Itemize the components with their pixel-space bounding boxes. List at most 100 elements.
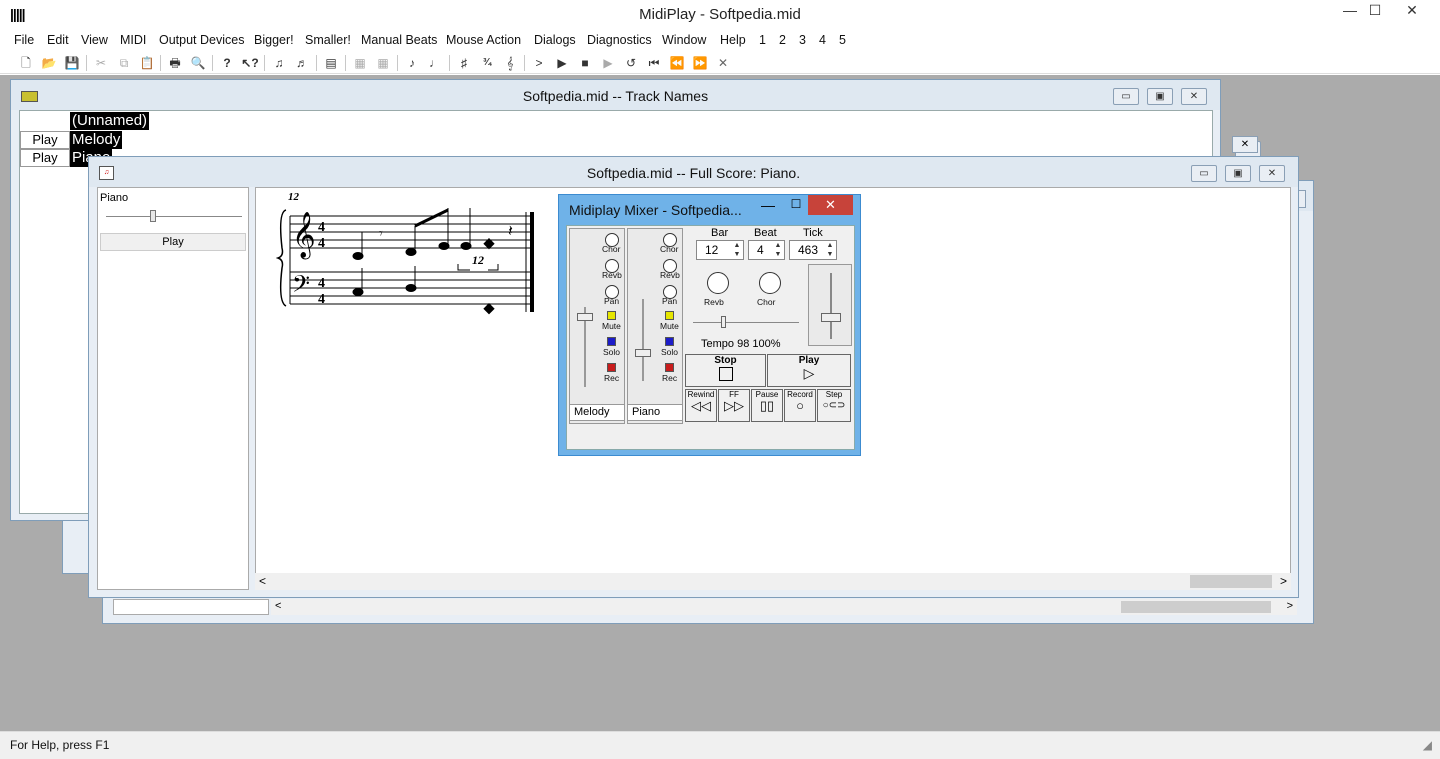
- menu-window-1[interactable]: 1: [759, 33, 766, 47]
- bar-number: 12: [288, 191, 300, 203]
- master-volume-fader[interactable]: [821, 313, 841, 322]
- svg-text:𝄾: 𝄾: [379, 226, 383, 242]
- record-button[interactable]: Record ○: [784, 389, 816, 422]
- menu-window-4[interactable]: 4: [819, 33, 826, 47]
- menu-manual-beats[interactable]: Manual Beats: [361, 33, 437, 47]
- piano-volume-fader[interactable]: [635, 349, 651, 357]
- menu-file[interactable]: File: [14, 33, 34, 47]
- menu-mouse-action[interactable]: Mouse Action: [446, 33, 521, 47]
- play-icon[interactable]: ▶: [553, 54, 571, 72]
- background-close-button[interactable]: ✕: [1232, 136, 1258, 153]
- menu-bigger[interactable]: Bigger!: [254, 33, 294, 47]
- step-button[interactable]: Step ○⊂⊃: [817, 389, 851, 422]
- menu-diagnostics[interactable]: Diagnostics: [587, 33, 652, 47]
- notes-view-icon[interactable]: ♫: [270, 54, 288, 72]
- fast-forward-icon[interactable]: ⏩: [691, 54, 709, 72]
- menu-help[interactable]: Help: [720, 33, 746, 47]
- svg-text:4: 4: [318, 276, 325, 291]
- print-icon[interactable]: 🖶: [166, 54, 184, 72]
- resize-grip-icon[interactable]: ◢: [1423, 738, 1432, 752]
- piano-rec-toggle[interactable]: [665, 363, 674, 372]
- tempo-icon[interactable]: 𝄞: [501, 54, 519, 72]
- track-names-maximize[interactable]: ▣: [1147, 88, 1173, 105]
- full-score-minimize[interactable]: ▭: [1191, 165, 1217, 182]
- step-icon[interactable]: >: [530, 54, 548, 72]
- menu-window[interactable]: Window: [662, 33, 706, 47]
- play-button[interactable]: Play ▷: [767, 354, 851, 387]
- bar-spinner[interactable]: 12 ▲ ▼: [696, 240, 744, 260]
- mixer-maximize-button[interactable]: ☐: [789, 197, 803, 211]
- copy-icon[interactable]: ⧉: [115, 54, 133, 72]
- notes-view-2-icon[interactable]: ♬: [293, 54, 311, 72]
- scroll-right-arrow[interactable]: >: [1280, 574, 1287, 588]
- track-names-minimize[interactable]: ▭: [1113, 88, 1139, 105]
- menu-dialogs[interactable]: Dialogs: [534, 33, 576, 47]
- volume-slider-thumb[interactable]: [150, 210, 156, 222]
- stop-button[interactable]: Stop: [685, 354, 766, 387]
- print-preview-icon[interactable]: 🔍: [189, 54, 207, 72]
- menu-edit[interactable]: Edit: [47, 33, 69, 47]
- mixer-close-button[interactable]: ✕: [808, 195, 853, 215]
- bar-icon[interactable]: ▤: [322, 54, 340, 72]
- rewind-button[interactable]: Rewind ◁◁: [685, 389, 717, 422]
- tempo-slider-thumb[interactable]: [721, 316, 726, 328]
- close-button[interactable]: ✕: [1398, 2, 1426, 24]
- menu-window-5[interactable]: 5: [839, 33, 846, 47]
- sharp-icon[interactable]: ♯: [455, 54, 473, 72]
- melody-solo-toggle[interactable]: [607, 337, 616, 346]
- track-names-close[interactable]: ✕: [1181, 88, 1207, 105]
- fast-forward-button[interactable]: FF ▷▷: [718, 389, 750, 422]
- rewind-icon[interactable]: ⏪: [668, 54, 686, 72]
- mixer-minimize-button[interactable]: —: [761, 197, 775, 213]
- next-icon[interactable]: ▶: [599, 54, 617, 72]
- track-play-button-piano[interactable]: Play: [20, 149, 70, 167]
- menu-window-2[interactable]: 2: [779, 33, 786, 47]
- rewind-icon: ◁◁: [691, 398, 711, 413]
- scroll-left-arrow[interactable]: <: [259, 574, 266, 588]
- maximize-button[interactable]: ☐: [1361, 2, 1389, 24]
- menu-view[interactable]: View: [81, 33, 108, 47]
- menu-window-3[interactable]: 3: [799, 33, 806, 47]
- cut-icon[interactable]: ✂: [92, 54, 110, 72]
- measures-2-icon[interactable]: ▦: [374, 54, 392, 72]
- stop-icon[interactable]: ■: [576, 54, 594, 72]
- track-name-melody[interactable]: Melody: [70, 131, 123, 149]
- tempo-slider-track: [693, 322, 799, 323]
- loop-icon[interactable]: ↺: [622, 54, 640, 72]
- context-help-icon[interactable]: ↖?: [241, 54, 259, 72]
- piano-solo-toggle[interactable]: [665, 337, 674, 346]
- master-reverb-knob[interactable]: [707, 272, 729, 294]
- piano-mute-toggle[interactable]: [665, 311, 674, 320]
- open-folder-icon[interactable]: 📂: [40, 54, 58, 72]
- menu-midi[interactable]: MIDI: [120, 33, 146, 47]
- track-play-button-melody[interactable]: Play: [20, 131, 70, 149]
- full-score-maximize[interactable]: ▣: [1225, 165, 1251, 182]
- track-play-button[interactable]: Play: [100, 233, 246, 251]
- help-icon[interactable]: ?: [218, 54, 236, 72]
- close-icon[interactable]: ✕: [714, 54, 732, 72]
- menu-output-devices[interactable]: Output Devices: [159, 33, 244, 47]
- full-score-close[interactable]: ✕: [1259, 165, 1285, 182]
- paste-icon[interactable]: 📋: [138, 54, 156, 72]
- melody-rec-toggle[interactable]: [607, 363, 616, 372]
- save-icon[interactable]: 💾: [63, 54, 81, 72]
- track-name-unnamed[interactable]: (Unnamed): [70, 112, 150, 130]
- scroll-thumb[interactable]: [1190, 575, 1272, 588]
- score-2-icon[interactable]: ♩: [426, 54, 444, 72]
- melody-mute-toggle[interactable]: [607, 311, 616, 320]
- score-horizontal-scrollbar[interactable]: < >: [255, 573, 1291, 590]
- new-file-icon[interactable]: 🗋: [17, 54, 35, 72]
- mixer-window[interactable]: Midiplay Mixer - Softpedia... — ☐ ✕ Chor…: [558, 194, 861, 456]
- master-chorus-knob[interactable]: [759, 272, 781, 294]
- pause-button[interactable]: Pause ▯▯: [751, 389, 783, 422]
- rewind-start-icon[interactable]: ⏮: [645, 54, 663, 72]
- beat-spinner[interactable]: 4 ▲ ▼: [748, 240, 785, 260]
- menu-smaller[interactable]: Smaller!: [305, 33, 351, 47]
- minimize-button[interactable]: —: [1336, 2, 1364, 24]
- time-sig-icon[interactable]: ¾: [478, 54, 496, 72]
- melody-volume-fader[interactable]: [577, 313, 593, 321]
- tick-spinner[interactable]: 463 ▲ ▼: [789, 240, 837, 260]
- score-icon[interactable]: ♪: [403, 54, 421, 72]
- measures-icon[interactable]: ▦: [351, 54, 369, 72]
- volume-slider-track: [106, 216, 242, 217]
